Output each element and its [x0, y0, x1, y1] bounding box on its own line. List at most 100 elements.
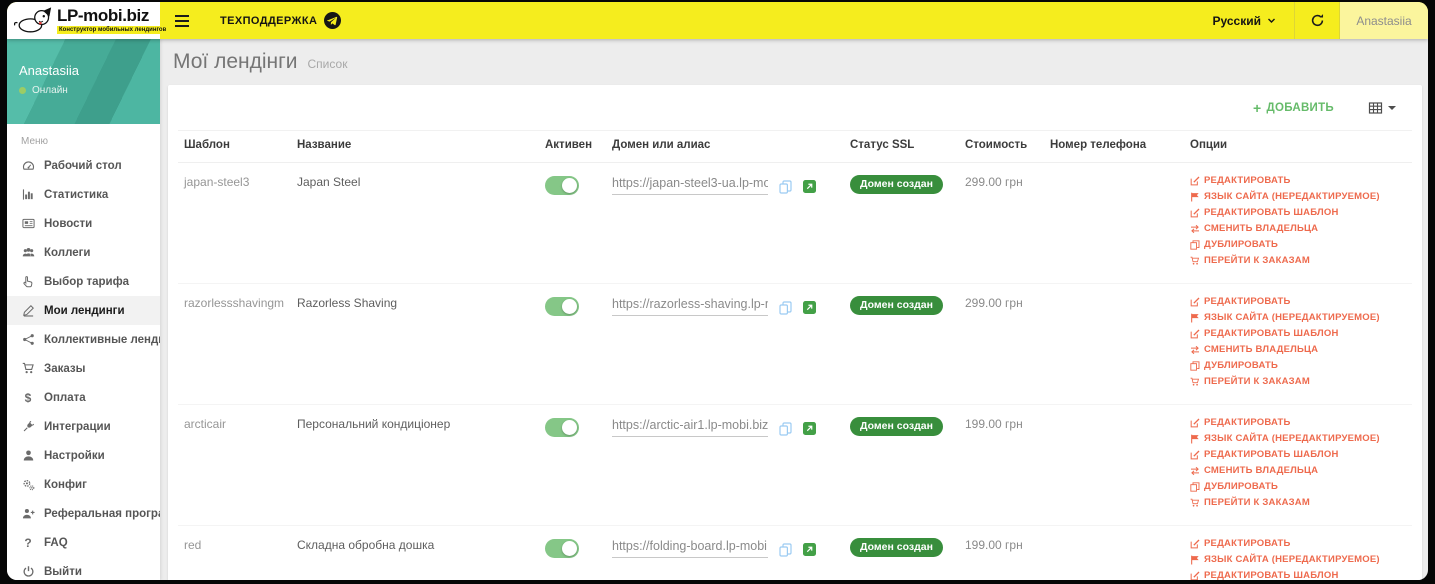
cart-icon [1190, 498, 1200, 508]
edit-icon [1190, 450, 1200, 460]
sidebar-item-settings[interactable]: Настройки [7, 441, 160, 470]
option-link-сменить-владельца[interactable]: СМЕНИТЬ ВЛАДЕЛЬЦА [1190, 465, 1406, 476]
option-link-язык-сайта-нередактируемое-[interactable]: ЯЗЫК САЙТА (НЕРЕДАКТИРУЕМОЕ) [1190, 433, 1406, 444]
sidebar-item-referral[interactable]: Реферальная программа [7, 499, 160, 528]
logo-subtitle: Конструктор мобильных лендингов [57, 26, 169, 34]
option-link-редактировать-шаблон[interactable]: РЕДАКТИРОВАТЬ ШАБЛОН [1190, 207, 1406, 218]
option-link-сменить-владельца[interactable]: СМЕНИТЬ ВЛАДЕЛЬЦА [1190, 223, 1406, 234]
option-link-редактировать-шаблон[interactable]: РЕДАКТИРОВАТЬ ШАБЛОН [1190, 449, 1406, 460]
table-row: arcticairПерсональний кондиціонер Домен с… [178, 404, 1412, 526]
card-toolbar: + ДОБАВИТЬ [178, 85, 1412, 130]
stats-icon [21, 188, 35, 202]
active-toggle[interactable] [545, 297, 579, 316]
sidebar-item-faq[interactable]: ? FAQ [7, 528, 160, 557]
cell-ssl: Домен создан [844, 404, 959, 526]
sidebar-item-label: Новости [44, 217, 93, 230]
sidebar-item-dashboard[interactable]: Рабочий стол [7, 151, 160, 180]
open-site-icon[interactable] [803, 301, 816, 314]
option-link-перейти-к-заказам[interactable]: ПЕРЕЙТИ К ЗАКАЗАМ [1190, 255, 1406, 266]
language-flag-icon [1190, 192, 1200, 202]
cell-active [539, 525, 606, 580]
domain-input[interactable] [612, 538, 768, 558]
option-link-язык-сайта-нередактируемое-[interactable]: ЯЗЫК САЙТА (НЕРЕДАКТИРУЕМОЕ) [1190, 191, 1406, 202]
sidebar-item-orders[interactable]: Заказы [7, 354, 160, 383]
add-landing-button[interactable]: + ДОБАВИТЬ [1247, 100, 1340, 116]
option-link-язык-сайта-нередактируемое-[interactable]: ЯЗЫК САЙТА (НЕРЕДАКТИРУЕМОЕ) [1190, 312, 1406, 323]
edit-icon [1190, 208, 1200, 218]
active-toggle[interactable] [545, 418, 579, 437]
hamburger-menu-icon[interactable] [160, 2, 204, 39]
logo[interactable]: LP-mobi.biz Конструктор мобильных лендин… [7, 2, 169, 39]
option-link-перейти-к-заказам[interactable]: ПЕРЕЙТИ К ЗАКАЗАМ [1190, 376, 1406, 387]
option-label: РЕДАКТИРОВАТЬ [1204, 175, 1291, 186]
cell-price: 299.00 грн [959, 283, 1044, 405]
option-label: ПЕРЕЙТИ К ЗАКАЗАМ [1204, 497, 1310, 508]
cell-price: 299.00 грн [965, 175, 1023, 189]
sidebar-item-colleagues[interactable]: Коллеги [7, 238, 160, 267]
table-header-row: Шаблон Название Активен Домен или алиас … [178, 130, 1412, 163]
copy-domain-icon[interactable] [779, 301, 792, 315]
domain-input[interactable] [612, 296, 768, 316]
sidebar-item-logout[interactable]: Выйти [7, 557, 160, 580]
option-link-дублировать[interactable]: ДУБЛИРОВАТЬ [1190, 360, 1406, 371]
cell-options: РЕДАКТИРОВАТЬ ЯЗЫК САЙТА (НЕРЕДАКТИРУЕМОЕ… [1184, 163, 1412, 284]
option-label: РЕДАКТИРОВАТЬ ШАБЛОН [1204, 570, 1339, 580]
col-header-ssl: Статус SSL [844, 130, 959, 163]
option-link-сменить-владельца[interactable]: СМЕНИТЬ ВЛАДЕЛЬЦА [1190, 344, 1406, 355]
col-header-active: Активен [539, 130, 606, 163]
open-site-icon[interactable] [803, 543, 816, 556]
user-plus-icon [21, 507, 35, 521]
cell-template: japan-steel3 [184, 175, 250, 189]
menu-section-label: Меню [21, 136, 49, 147]
active-toggle[interactable] [545, 176, 579, 195]
cell-template: razorlessshavingm [178, 283, 291, 405]
table-view-dropdown[interactable] [1362, 100, 1402, 116]
option-link-редактировать[interactable]: РЕДАКТИРОВАТЬ [1190, 296, 1406, 307]
sidebar-item-label: Настройки [44, 449, 105, 462]
option-link-дублировать[interactable]: ДУБЛИРОВАТЬ [1190, 481, 1406, 492]
option-link-перейти-к-заказам[interactable]: ПЕРЕЙТИ К ЗАКАЗАМ [1190, 497, 1406, 508]
exchange-icon [1190, 345, 1200, 355]
sidebar-item-news[interactable]: Новости [7, 209, 160, 238]
sidebar-item-payment[interactable]: $ Оплата [7, 383, 160, 412]
domain-input[interactable] [612, 417, 768, 437]
option-link-редактировать-шаблон[interactable]: РЕДАКТИРОВАТЬ ШАБЛОН [1190, 328, 1406, 339]
option-link-дублировать[interactable]: ДУБЛИРОВАТЬ [1190, 239, 1406, 250]
option-link-язык-сайта-нередактируемое-[interactable]: ЯЗЫК САЙТА (НЕРЕДАКТИРУЕМОЕ) [1190, 554, 1406, 565]
active-toggle[interactable] [545, 539, 579, 558]
sidebar-item-label: Коллеги [44, 246, 91, 259]
sidebar-item-config[interactable]: Конфиг [7, 470, 160, 499]
open-site-icon[interactable] [803, 180, 816, 193]
plug-icon [21, 420, 35, 434]
sidebar-item-integrations[interactable]: Интеграции [7, 412, 160, 441]
option-link-редактировать[interactable]: РЕДАКТИРОВАТЬ [1190, 417, 1406, 428]
language-selector[interactable]: Русский [1195, 2, 1295, 39]
power-icon [21, 565, 35, 579]
sidebar: Anastasiia Онлайн Меню Рабочий стол Стати… [7, 39, 160, 580]
copy-domain-icon[interactable] [779, 180, 792, 194]
option-label: ЯЗЫК САЙТА (НЕРЕДАКТИРУЕМОЕ) [1204, 312, 1380, 323]
col-header-name: Название [291, 130, 539, 163]
sidebar-item-my-landings[interactable]: Мои лендинги [7, 296, 160, 325]
refresh-button[interactable] [1295, 2, 1339, 39]
refresh-icon [1310, 13, 1325, 28]
profile-panel: Anastasiia Онлайн [7, 39, 160, 124]
option-link-редактировать[interactable]: РЕДАКТИРОВАТЬ [1190, 175, 1406, 186]
user-menu[interactable]: Anastasiia [1340, 2, 1428, 39]
domain-input[interactable] [612, 175, 768, 195]
copy-domain-icon[interactable] [779, 543, 792, 557]
option-link-редактировать-шаблон[interactable]: РЕДАКТИРОВАТЬ ШАБЛОН [1190, 570, 1406, 580]
copy-domain-icon[interactable] [779, 422, 792, 436]
sidebar-item-stats[interactable]: Статистика [7, 180, 160, 209]
page-subtitle: Список [307, 57, 348, 71]
chevron-down-icon [1267, 18, 1276, 24]
tech-support-button[interactable]: ТЕХПОДДЕРЖКА [204, 2, 357, 39]
sidebar-item-tariff[interactable]: Выбор тарифа [7, 267, 160, 296]
sidebar-item-collective-landings[interactable]: Коллективные лендинги [7, 325, 160, 354]
cell-price: 199.00 грн [959, 404, 1044, 526]
open-site-icon[interactable] [803, 422, 816, 435]
language-label: Русский [1212, 13, 1262, 28]
option-link-редактировать[interactable]: РЕДАКТИРОВАТЬ [1190, 538, 1406, 549]
cell-ssl: Домен создан [844, 163, 959, 284]
cell-domain [606, 404, 844, 526]
